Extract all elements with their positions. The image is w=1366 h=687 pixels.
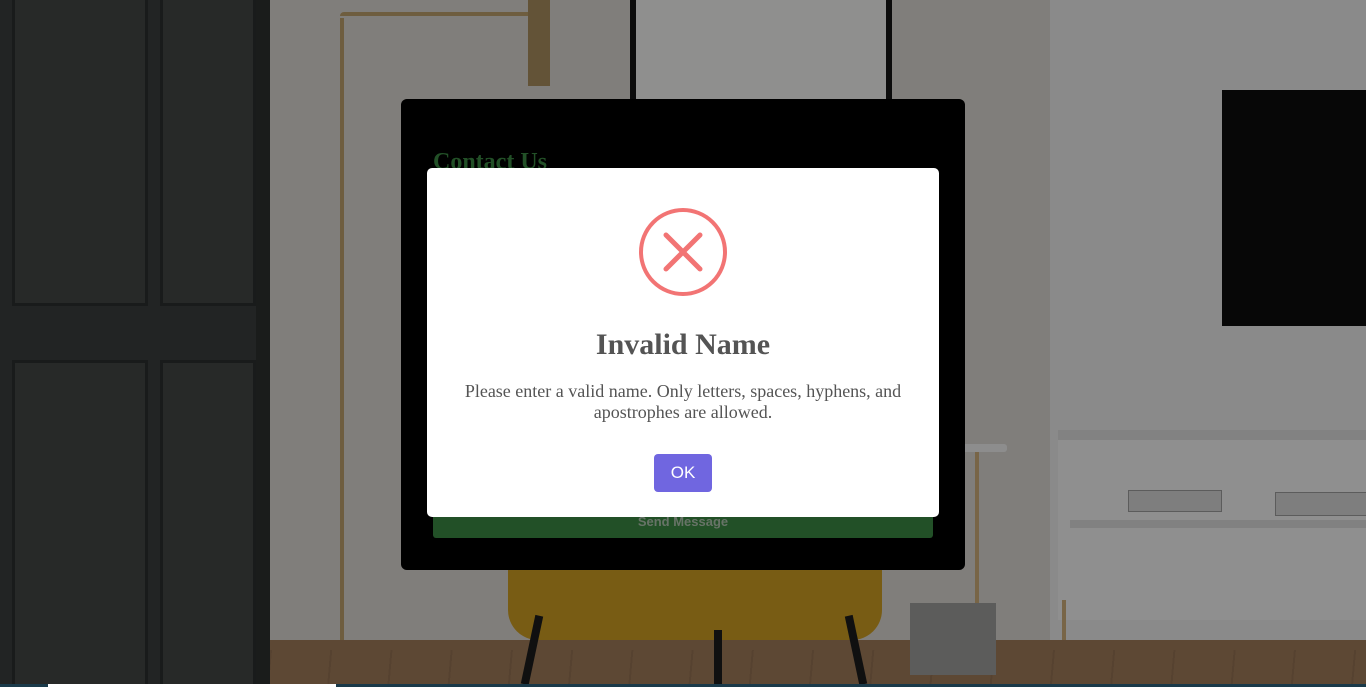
dialog-message: Please enter a valid name. Only letters,… [464, 381, 902, 422]
ok-button[interactable]: OK [654, 454, 712, 492]
dialog-title: Invalid Name [595, 328, 771, 361]
error-dialog: Invalid Name Please enter a valid name. … [427, 168, 939, 517]
error-x-circle-icon [639, 208, 727, 296]
